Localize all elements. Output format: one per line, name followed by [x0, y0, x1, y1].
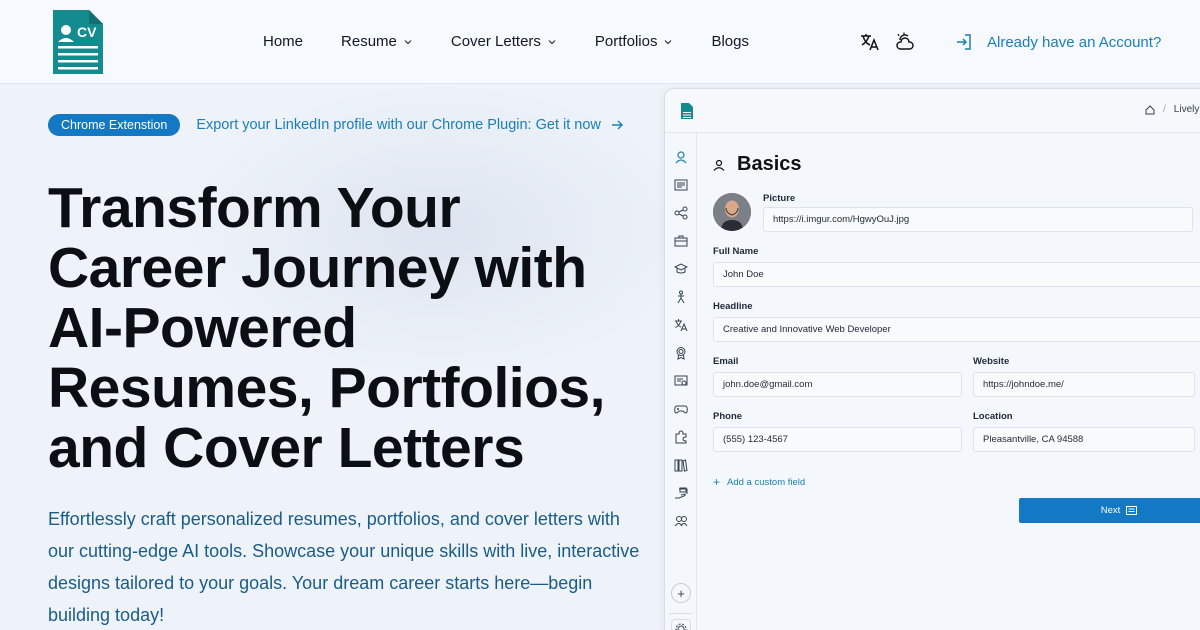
picture-label: Picture	[763, 193, 796, 204]
user-icon	[713, 159, 725, 171]
profile-photo	[713, 193, 751, 231]
nav-cover-letters[interactable]: Cover Letters	[451, 33, 557, 50]
network-icon[interactable]	[674, 206, 688, 220]
breadcrumb: / Lively	[1145, 104, 1199, 115]
cv-logo-icon	[681, 103, 693, 119]
nav-resume[interactable]: Resume	[341, 33, 413, 50]
translate-icon[interactable]	[860, 32, 880, 52]
linkedin-export-label: Export your LinkedIn profile with our Ch…	[196, 117, 601, 133]
hero-title-line: Resumes, Portfolios,	[48, 356, 605, 420]
phone-input[interactable]: (555) 123-4567	[713, 427, 962, 452]
settings-button[interactable]	[671, 619, 691, 630]
next-label: Next	[1100, 505, 1121, 516]
breadcrumb-separator: /	[1163, 104, 1166, 115]
phone-label: Phone	[713, 411, 743, 422]
website-input[interactable]: https://johndoe.me/	[973, 372, 1195, 397]
chevron-down-icon	[665, 39, 672, 44]
picture-url-input[interactable]: https://i.imgur.com/HgwyOuJ.jpg	[763, 207, 1193, 232]
headline-input[interactable]: Creative and Innovative Web Developer	[713, 317, 1200, 342]
hero-title-line: Career Journey with	[48, 236, 587, 300]
extension-banner: Chrome Extenstion Export your LinkedIn p…	[48, 114, 623, 136]
app-preview: / Lively + Basics Picture https://i.imgu…	[664, 88, 1200, 630]
next-icon	[1126, 506, 1138, 515]
hero-title-line: and Cover Letters	[48, 416, 525, 480]
chevron-down-icon	[548, 39, 556, 44]
nav-resume-label: Resume	[341, 33, 397, 50]
gear-icon	[675, 623, 687, 630]
add-section-button[interactable]: +	[671, 583, 691, 603]
full-name-label: Full Name	[713, 246, 759, 257]
volunteer-icon[interactable]	[674, 486, 688, 500]
email-input[interactable]: john.doe@gmail.com	[713, 372, 962, 397]
hero-title-line: AI-Powered	[48, 296, 357, 360]
section-title: Basics	[713, 153, 802, 176]
nav-blogs-label: Blogs	[711, 33, 749, 50]
chrome-extension-badge[interactable]: Chrome Extenstion	[48, 114, 181, 136]
education-icon[interactable]	[674, 262, 688, 276]
chevron-down-icon	[404, 39, 412, 44]
certificate-icon[interactable]	[674, 374, 688, 388]
sidebar-divider	[669, 613, 693, 614]
skills-icon[interactable]	[674, 290, 688, 304]
svg-text:CV: CV	[77, 24, 97, 40]
arrow-right-icon	[611, 120, 623, 130]
main-nav: Home Resume Cover Letters Portfolios Blo…	[263, 33, 787, 50]
next-button[interactable]: Next	[1019, 498, 1200, 523]
preview-topbar: / Lively	[665, 89, 1200, 133]
location-input[interactable]: Pleasantville, CA 94588	[973, 427, 1195, 452]
login-icon	[957, 34, 971, 50]
nav-cover-letters-label: Cover Letters	[450, 33, 541, 50]
login-link[interactable]: Already have an Account?	[955, 33, 1161, 51]
nav-portfolios[interactable]: Portfolios	[595, 33, 674, 50]
website-label: Website	[973, 356, 1010, 367]
nav-blogs[interactable]: Blogs	[711, 33, 749, 50]
add-custom-field-button[interactable]: + Add a custom field	[713, 475, 805, 489]
headline-label: Headline	[713, 301, 753, 312]
awards-icon[interactable]	[674, 346, 688, 360]
briefcase-icon[interactable]	[674, 234, 688, 248]
breadcrumb-item[interactable]: Lively	[1174, 104, 1200, 115]
books-icon[interactable]	[674, 458, 688, 472]
languages-icon[interactable]	[674, 318, 688, 332]
linkedin-export-link[interactable]: Export your LinkedIn profile with our Ch…	[196, 117, 623, 133]
add-custom-field-label: Add a custom field	[727, 476, 806, 488]
avatar[interactable]	[713, 193, 751, 231]
summary-icon[interactable]	[674, 178, 688, 192]
location-label: Location	[973, 411, 1013, 422]
section-title-label: Basics	[737, 153, 802, 175]
nav-home-label: Home	[263, 33, 304, 50]
email-label: Email	[713, 356, 739, 367]
full-name-input[interactable]: John Doe	[713, 262, 1200, 287]
hero-description: Effortlessly craft personalized resumes,…	[48, 509, 640, 625]
nav-portfolios-label: Portfolios	[594, 33, 658, 50]
home-icon[interactable]	[1145, 104, 1155, 115]
login-label: Already have an Account?	[987, 33, 1162, 51]
hero-title-line: Transform Your	[48, 176, 461, 240]
user-icon[interactable]	[674, 150, 688, 164]
puzzle-icon[interactable]	[674, 430, 688, 444]
gamepad-icon[interactable]	[674, 402, 688, 416]
cv-logo-icon[interactable]: CV	[53, 10, 103, 74]
nav-home[interactable]: Home	[263, 33, 303, 50]
references-icon[interactable]	[674, 514, 688, 528]
plus-icon: +	[713, 475, 721, 489]
section-sidebar: +	[665, 133, 697, 630]
hero-title: Transform Your Career Journey with AI-Po…	[48, 178, 648, 478]
site-header: CV Home Resume Cover Letters Portfolios …	[0, 0, 1200, 84]
weather-cloud-icon[interactable]	[895, 32, 915, 52]
